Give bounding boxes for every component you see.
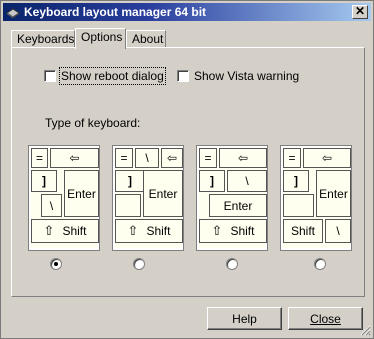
key-enter: Enter [209, 194, 267, 217]
dialog-window: Keyboard layout manager 64 bit ✕ Keyboar… [0, 0, 374, 339]
key-backslash: \ [325, 219, 351, 243]
keyboard-layout-2[interactable]: = \ ⇦ ] Enter ⇧ Shift [112, 145, 184, 251]
key-equals: = [115, 148, 133, 168]
show-vista-warning-checkbox[interactable]: Show Vista warning [177, 69, 299, 83]
key-shift-label: Shift [146, 224, 171, 238]
keyboard-layout-4[interactable]: = ⇦ ] Enter Shift \ [280, 145, 352, 251]
help-button-label: Help [232, 311, 257, 326]
shift-arrow-icon: ⇧ [127, 223, 139, 238]
keyboard-layout-1[interactable]: = ⇦ ] Enter \ ⇧ Shift [28, 145, 100, 251]
key-enter: Enter [316, 170, 351, 217]
window-title: Keyboard layout manager 64 bit [24, 5, 207, 19]
checkbox-box[interactable] [44, 70, 56, 82]
key-equals: = [31, 148, 48, 168]
key-blank [115, 194, 141, 217]
options-panel: Show reboot dialog Show Vista warning Ty… [11, 47, 365, 297]
key-bracket: ] [199, 170, 225, 192]
key-shift: ⇧ Shift [115, 219, 183, 243]
tab-about[interactable]: About [126, 30, 166, 48]
checkbox-box[interactable] [177, 70, 189, 82]
key-equals: = [283, 148, 301, 168]
key-shift: ⇧ Shift [199, 219, 267, 243]
keyboard-radio-1[interactable] [50, 258, 62, 270]
key-shift: ⇧ Shift [31, 219, 99, 243]
key-backspace: ⇦ [50, 148, 99, 168]
show-reboot-dialog-checkbox[interactable]: Show reboot dialog [44, 67, 166, 85]
tab-keyboards[interactable]: Keyboards [11, 30, 75, 48]
keyboard-radio-4[interactable] [314, 258, 326, 270]
resize-grip-icon[interactable] [359, 324, 371, 336]
close-button[interactable]: Close [288, 307, 363, 330]
key-backspace: ⇦ [303, 148, 351, 168]
key-enter: Enter [64, 170, 99, 217]
title-bar[interactable]: Keyboard layout manager 64 bit ✕ [3, 3, 371, 21]
keyboard-app-icon [6, 8, 20, 18]
close-icon: ✕ [354, 4, 366, 18]
close-window-button[interactable]: ✕ [352, 5, 368, 19]
shift-arrow-icon: ⇧ [43, 223, 55, 238]
key-backslash: \ [41, 194, 62, 217]
key-bracket: ] [115, 170, 145, 192]
shift-arrow-icon: ⇧ [211, 223, 223, 238]
key-shift: Shift [283, 219, 323, 243]
key-equals: = [199, 148, 217, 168]
tab-options[interactable]: Options [75, 28, 126, 49]
close-button-label: Close [310, 311, 341, 326]
key-backslash: \ [135, 148, 159, 168]
key-backslash: \ [227, 170, 267, 192]
key-shift-label: Shift [290, 224, 315, 238]
key-backspace: ⇦ [219, 148, 267, 168]
key-shift-label: Shift [62, 224, 87, 238]
keyboard-radio-3[interactable] [226, 258, 238, 270]
keyboard-radio-2[interactable] [133, 258, 145, 270]
key-blank [283, 194, 314, 217]
checkbox-label: Show reboot dialog [59, 67, 166, 85]
key-backspace: ⇦ [161, 148, 183, 168]
key-enter: Enter [143, 170, 183, 217]
help-button[interactable]: Help [207, 307, 282, 330]
key-bracket: ] [283, 170, 309, 192]
keyboard-type-label: Type of keyboard: [45, 116, 141, 130]
checkbox-label: Show Vista warning [194, 69, 300, 83]
key-shift-label: Shift [230, 224, 255, 238]
key-bracket: ] [31, 170, 57, 192]
keyboard-layout-3[interactable]: = ⇦ ] \ Enter ⇧ Shift [196, 145, 268, 251]
